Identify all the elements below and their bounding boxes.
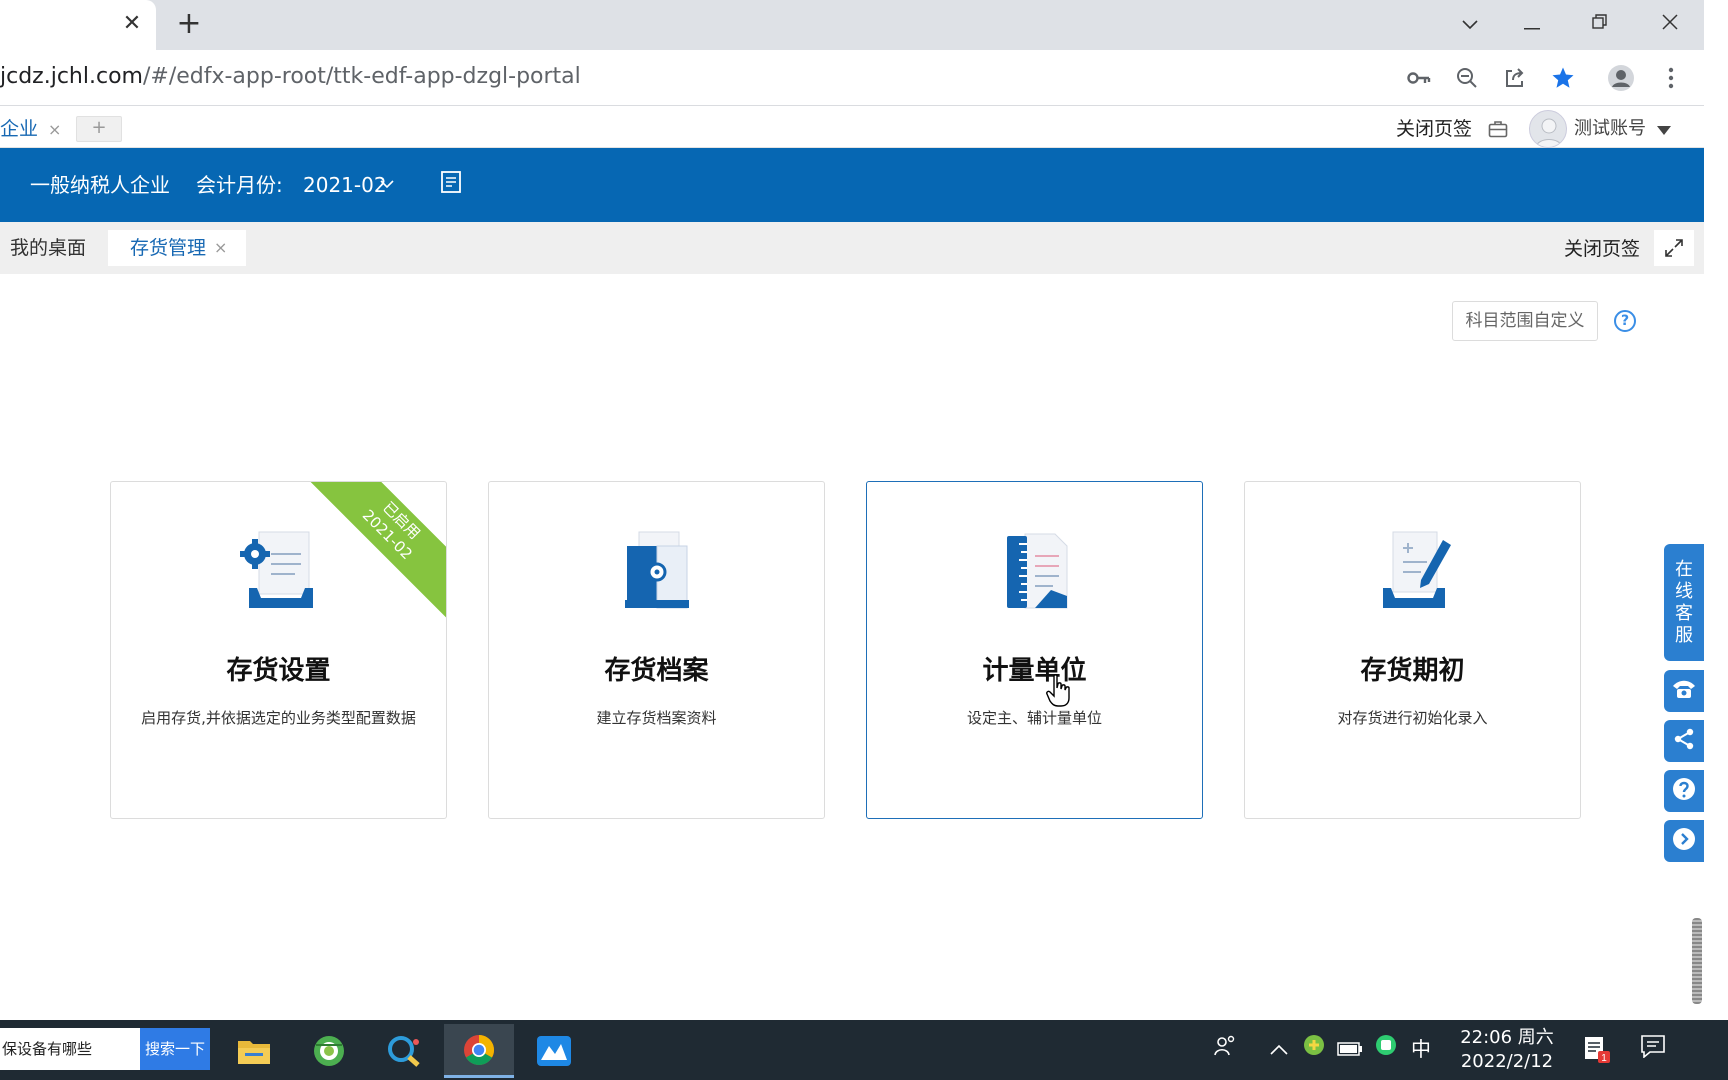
tab-my-desktop[interactable]: 我的桌面 bbox=[0, 230, 97, 266]
bookmark-star-icon[interactable] bbox=[1548, 63, 1578, 93]
add-enterprise-tab-button[interactable]: + bbox=[76, 116, 122, 142]
taskbar-search-button[interactable]: 搜索一下 bbox=[140, 1028, 210, 1070]
app-tab-bar: 企业 × + 关闭页签 测试账号 bbox=[0, 106, 1704, 148]
tab-inventory-management[interactable]: 存货管理 × bbox=[108, 230, 246, 266]
close-tabs-button[interactable]: 关闭页签 bbox=[1396, 114, 1472, 144]
card-measurement-units[interactable]: 计量单位 设定主、辅计量单位 bbox=[866, 481, 1203, 819]
phone-icon bbox=[1671, 678, 1697, 704]
tab-inventory-close-icon[interactable]: × bbox=[214, 230, 227, 266]
help-float-button[interactable] bbox=[1664, 770, 1704, 812]
page-tab-bar: 我的桌面 存货管理 × 关闭页签 bbox=[0, 222, 1704, 274]
service-char: 线 bbox=[1675, 580, 1693, 602]
opening-inventory-pen-icon bbox=[1373, 526, 1453, 616]
accounting-month-label: 会计月份: bbox=[196, 173, 283, 197]
chrome-icon[interactable] bbox=[444, 1024, 514, 1078]
phone-button[interactable] bbox=[1664, 670, 1704, 712]
notebook-icon[interactable] bbox=[440, 170, 462, 196]
company-type[interactable]: 一般纳税人企业 bbox=[30, 170, 170, 200]
close-window-button[interactable] bbox=[1652, 8, 1688, 38]
browser-tab-strip: ✕ + bbox=[0, 0, 1704, 50]
subject-scope-custom-button[interactable]: 科目范围自定义 bbox=[1452, 301, 1598, 341]
share-icon[interactable] bbox=[1500, 63, 1530, 93]
share-nodes-icon bbox=[1673, 728, 1695, 754]
battery-icon[interactable] bbox=[1337, 1034, 1363, 1064]
briefcase-icon[interactable] bbox=[1488, 120, 1508, 138]
ime-indicator[interactable]: 中 bbox=[1408, 1034, 1434, 1064]
notification-count: 1 bbox=[1601, 1053, 1607, 1064]
minimize-button[interactable] bbox=[1514, 8, 1550, 38]
card-description: 建立存货档案资料 bbox=[596, 709, 717, 727]
clock-date[interactable]: 2022/2/12 bbox=[1452, 1050, 1562, 1074]
card-description: 设定主、辅计量单位 bbox=[966, 709, 1102, 727]
service-char: 服 bbox=[1675, 624, 1693, 646]
green-browser-icon[interactable] bbox=[294, 1024, 364, 1078]
online-service-button[interactable]: 在 线 客 服 bbox=[1664, 544, 1704, 661]
measurement-ruler-icon bbox=[995, 526, 1075, 616]
browser-tab[interactable]: ✕ bbox=[0, 0, 156, 50]
tray-chevron-up-icon[interactable] bbox=[1268, 1034, 1290, 1064]
company-header: 一般纳税人企业 会计月份: 2021-02 bbox=[0, 148, 1704, 222]
card-title: 存货设置 bbox=[226, 656, 331, 686]
help-icon[interactable]: ? bbox=[1614, 310, 1636, 332]
security-tray-icon[interactable] bbox=[1302, 1034, 1326, 1064]
chevron-down-icon[interactable] bbox=[380, 176, 394, 190]
card-title: 存货期初 bbox=[1360, 656, 1465, 686]
green-tray-icon[interactable] bbox=[1374, 1034, 1398, 1064]
browser-tab-close-button[interactable]: ✕ bbox=[118, 10, 146, 38]
tab-search-chevron-icon[interactable] bbox=[1452, 8, 1488, 38]
taskbar-search-input[interactable]: 保设备有哪些 bbox=[0, 1028, 140, 1070]
collapse-float-button[interactable] bbox=[1664, 820, 1704, 862]
chevron-right-icon bbox=[1672, 827, 1696, 855]
key-icon[interactable] bbox=[1404, 63, 1434, 93]
tab-inventory-label: 存货管理 bbox=[130, 237, 207, 259]
fullscreen-expand-icon[interactable] bbox=[1654, 230, 1694, 266]
avatar[interactable] bbox=[1529, 110, 1567, 148]
browser-menu-icon[interactable] bbox=[1656, 63, 1686, 93]
restore-button[interactable] bbox=[1582, 8, 1618, 38]
notes-icon[interactable]: 1 bbox=[1580, 1034, 1614, 1064]
clock-time[interactable]: 22:06 周六 bbox=[1452, 1026, 1562, 1050]
url-path: /#/edfx-app-root/ttk-edf-app-dzgl-portal bbox=[142, 64, 581, 89]
windows-taskbar: 保设备有哪些 搜索一下 中 22:06 周六 2022/2/12 1 bbox=[0, 1020, 1728, 1080]
card-opening-inventory[interactable]: 存货期初 对存货进行初始化录入 bbox=[1244, 481, 1581, 819]
profile-icon[interactable] bbox=[1606, 63, 1636, 93]
card-title: 计量单位 bbox=[982, 656, 1087, 686]
url-host: jcdz.jchl.com bbox=[0, 64, 143, 89]
card-inventory-settings[interactable]: 已启用 2021-02 存货设置 启用存货,并依据选定的业务类型配置数据 bbox=[110, 481, 447, 819]
card-inventory-archive[interactable]: 存货档案 建立存货档案资料 bbox=[488, 481, 825, 819]
window-right-edge bbox=[1704, 0, 1728, 1080]
search-app-icon[interactable] bbox=[369, 1024, 439, 1078]
enterprise-tab-close-icon[interactable]: × bbox=[48, 120, 61, 139]
user-name[interactable]: 测试账号 bbox=[1574, 114, 1646, 144]
user-dropdown-caret-icon[interactable] bbox=[1657, 126, 1671, 135]
action-center-icon[interactable] bbox=[1636, 1034, 1670, 1064]
service-char: 客 bbox=[1675, 602, 1693, 624]
scrollbar-thumb[interactable] bbox=[1692, 918, 1702, 1004]
enterprise-tab[interactable]: 企业 × bbox=[0, 114, 61, 144]
inventory-settings-icon bbox=[239, 526, 319, 616]
enterprise-tab-label: 企业 bbox=[0, 118, 39, 140]
blue-app-icon[interactable] bbox=[519, 1024, 589, 1078]
accounting-month-select[interactable]: 2021-02 bbox=[303, 170, 387, 200]
card-description: 对存货进行初始化录入 bbox=[1337, 709, 1488, 727]
inventory-archive-icon bbox=[617, 526, 697, 616]
service-char: 在 bbox=[1675, 558, 1693, 580]
question-icon bbox=[1672, 777, 1696, 805]
enabled-ribbon: 已启用 2021-02 bbox=[304, 482, 446, 618]
zoom-icon[interactable] bbox=[1452, 63, 1482, 93]
file-explorer-icon[interactable] bbox=[219, 1024, 289, 1078]
new-tab-button[interactable]: + bbox=[174, 8, 204, 40]
card-title: 存货档案 bbox=[604, 656, 709, 686]
share-button[interactable] bbox=[1664, 720, 1704, 762]
people-icon[interactable] bbox=[1212, 1034, 1238, 1064]
close-page-tabs-button[interactable]: 关闭页签 bbox=[1564, 234, 1640, 264]
card-description: 启用存货,并依据选定的业务类型配置数据 bbox=[141, 709, 416, 727]
url-field[interactable]: jcdz.jchl.com/#/edfx-app-root/ttk-edf-ap… bbox=[0, 64, 581, 89]
address-bar: jcdz.jchl.com/#/edfx-app-root/ttk-edf-ap… bbox=[0, 50, 1704, 106]
hand-cursor-icon bbox=[1046, 674, 1072, 708]
